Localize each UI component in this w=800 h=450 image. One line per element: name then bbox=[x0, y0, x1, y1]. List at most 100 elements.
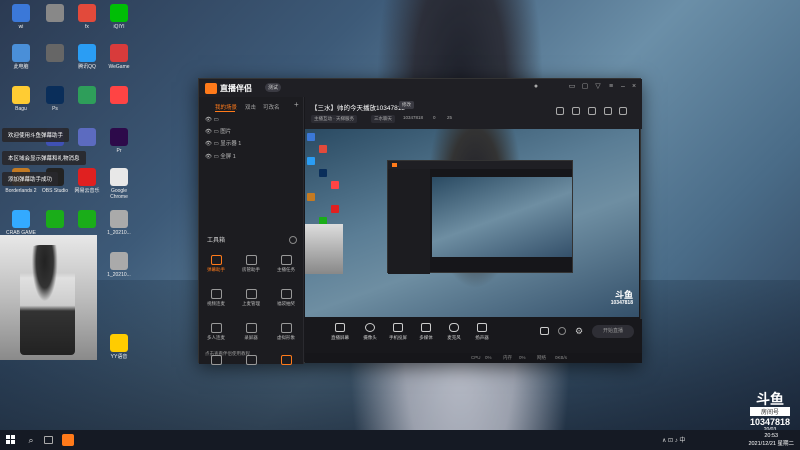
desktop-icon[interactable] bbox=[38, 4, 72, 24]
desktop-icon[interactable] bbox=[70, 210, 104, 230]
speaker-button[interactable]: 扬声器 bbox=[469, 323, 495, 341]
desktop-icon-label: YY语音 bbox=[110, 354, 128, 360]
desktop-icon-label: OBS Studio bbox=[41, 188, 69, 194]
streaming-app-window[interactable]: 直播伴侣 测试 ● ▭ ▢ ▽ ≡ – × 我的场景 双击 可改名 + 👁 ▭ … bbox=[198, 78, 642, 365]
tool-lucky-draw[interactable]: 福袋抽奖 bbox=[271, 289, 301, 307]
desktop-icon[interactable] bbox=[102, 86, 136, 106]
record-icon[interactable] bbox=[540, 327, 549, 335]
desktop-icon[interactable]: 1_20210... bbox=[102, 210, 136, 236]
gift-box-icon[interactable] bbox=[556, 107, 564, 115]
app-icon bbox=[78, 4, 96, 22]
desktop-icon[interactable]: CRAB GAME bbox=[4, 210, 38, 236]
desktop-icon[interactable]: Google Chrome bbox=[102, 168, 136, 200]
tool-video-link[interactable]: 视频连麦 bbox=[201, 289, 231, 307]
menu-icon[interactable]: ≡ bbox=[607, 83, 615, 91]
gift-icon bbox=[280, 289, 292, 299]
taskbar-clock[interactable]: 20:53 2021/12/21 星期二 bbox=[748, 432, 794, 448]
desktop-icon[interactable]: WeGame bbox=[102, 44, 136, 70]
stream-preview[interactable]: 斗鱼 10347818 bbox=[305, 129, 639, 317]
skin-icon[interactable]: ▢ bbox=[581, 83, 589, 91]
desktop-icon[interactable]: wi bbox=[4, 4, 38, 30]
tool-avatar[interactable]: 虚拟形象 bbox=[271, 323, 301, 341]
tool-multi-link[interactable]: 多人连麦 bbox=[201, 323, 231, 341]
app-titlebar[interactable]: 直播伴侣 测试 ● ▭ ▢ ▽ ≡ – × bbox=[199, 79, 642, 97]
start-live-button[interactable]: 开始直播 bbox=[592, 325, 634, 338]
room-category[interactable]: 主播互动 · 天梯服务 bbox=[311, 115, 357, 123]
media-button[interactable]: 多媒体 bbox=[413, 323, 439, 341]
taskbar-live-app-icon[interactable] bbox=[62, 434, 74, 446]
watermark-logo: 斗鱼 bbox=[755, 391, 784, 407]
tab-rename[interactable]: 可改名 bbox=[263, 103, 280, 111]
system-tray[interactable]: ∧ ⊡ ♪ 中 bbox=[662, 435, 685, 444]
tool-danmu-helper[interactable]: 弹幕助手 bbox=[201, 255, 231, 273]
tab-my-scenes[interactable]: 我的场景 bbox=[215, 103, 237, 111]
desktop-icon-label: wi bbox=[18, 24, 24, 30]
tool-extra-3[interactable] bbox=[271, 355, 301, 367]
desktop-icon[interactable]: 腾讯QQ bbox=[70, 44, 104, 70]
desktop-icon[interactable] bbox=[70, 86, 104, 106]
room-subcategory[interactable]: 三水聊天 bbox=[371, 115, 395, 123]
source-row[interactable]: 👁 ▭ bbox=[205, 115, 219, 125]
camera-button[interactable]: 摄像头 bbox=[357, 323, 383, 341]
room-edit-button[interactable]: 修改 bbox=[399, 101, 414, 109]
control-bar: 直播屏幕 摄像头 手机投屏 多媒体 麦克风 扬声器 ⚙ 开始直播 bbox=[305, 319, 642, 353]
camera-icon bbox=[365, 323, 375, 332]
desktop-icon[interactable]: fx bbox=[70, 4, 104, 30]
preview-watermark: 斗鱼 10347818 bbox=[610, 290, 633, 307]
task-view-icon[interactable] bbox=[44, 436, 53, 444]
mail-icon[interactable]: ▭ bbox=[568, 83, 576, 91]
phone-cast-button[interactable]: 手机投屏 bbox=[385, 323, 411, 341]
room-likes: 0 bbox=[433, 115, 436, 120]
source-row-image[interactable]: 👁 ▭ 图片 bbox=[205, 127, 231, 137]
app-icon bbox=[110, 4, 128, 22]
close-icon[interactable]: × bbox=[630, 83, 638, 91]
preview-webcam bbox=[305, 224, 343, 274]
minimize-icon[interactable]: – bbox=[619, 83, 627, 91]
desktop-icon[interactable]: 网易云音乐 bbox=[70, 168, 104, 194]
desktop-icon-label: Bagu bbox=[15, 106, 27, 112]
settings-icon[interactable]: ▽ bbox=[594, 83, 602, 91]
search-icon[interactable]: ⌕ bbox=[25, 434, 37, 446]
tool-recorder[interactable]: 录屏器 bbox=[236, 323, 266, 341]
desktop-icon[interactable] bbox=[38, 210, 72, 230]
toast-success: 添加弹幕助手成功 bbox=[2, 172, 59, 186]
phone-icon bbox=[393, 323, 403, 332]
app-icon bbox=[46, 86, 64, 104]
desktop-icon[interactable]: 此电脑 bbox=[4, 44, 38, 70]
microphone-button[interactable]: 麦克风 bbox=[441, 323, 467, 341]
desktop-icon[interactable]: YY语音 bbox=[102, 334, 136, 360]
source-row-display[interactable]: 👁 ▭ 显示器 1 bbox=[205, 139, 241, 149]
screen-capture-button[interactable]: 直播屏幕 bbox=[327, 323, 353, 341]
avatar-icon[interactable]: ● bbox=[532, 83, 540, 91]
desktop-icon[interactable] bbox=[38, 44, 72, 64]
app-icon bbox=[46, 44, 64, 62]
recorder-icon bbox=[245, 323, 257, 333]
share-window-icon[interactable] bbox=[588, 107, 596, 115]
desktop-icon[interactable]: iQIYI bbox=[102, 4, 136, 30]
desktop-icon-label: 网易云音乐 bbox=[74, 188, 100, 194]
tool-anchor-tasks[interactable]: 主播任务 bbox=[271, 255, 301, 273]
desktop-icon[interactable]: Bagu bbox=[4, 86, 38, 112]
lock-icon[interactable] bbox=[572, 107, 580, 115]
desktop-icon-label: Google Chrome bbox=[110, 188, 128, 200]
desktop-icon[interactable]: Ps bbox=[38, 86, 72, 112]
bell-icon[interactable] bbox=[604, 107, 612, 115]
tab-double-click[interactable]: 双击 bbox=[245, 103, 256, 111]
windows-start-icon[interactable] bbox=[6, 435, 15, 444]
desktop-icon[interactable] bbox=[70, 128, 104, 148]
add-scene-icon[interactable]: + bbox=[294, 100, 299, 109]
share-icon[interactable] bbox=[619, 107, 627, 115]
app-icon bbox=[110, 44, 128, 62]
desktop-icon-area: wi fx iQIYI 此电脑 腾讯QQ WeGame Bagu Ps Pr Borderland… bbox=[0, 0, 131, 430]
desktop-icon[interactable]: Pr bbox=[102, 128, 136, 154]
timer-icon[interactable] bbox=[558, 327, 566, 335]
toolbox-more-icon[interactable] bbox=[289, 236, 297, 244]
gear-icon[interactable]: ⚙ bbox=[575, 326, 583, 337]
desktop-icon[interactable]: 1_20210... bbox=[102, 252, 136, 278]
app-icon bbox=[12, 44, 30, 62]
clock-date: 2021/12/21 星期二 bbox=[748, 441, 794, 447]
tool-mic-manager[interactable]: 上麦管理 bbox=[236, 289, 266, 307]
tutorial-link[interactable]: 点击查看伴侣使用教程 bbox=[205, 351, 250, 357]
tool-room-manager[interactable]: 房管助手 bbox=[236, 255, 266, 273]
source-row-fullscreen[interactable]: 👁 ▭ 全屏 1 bbox=[205, 152, 236, 162]
